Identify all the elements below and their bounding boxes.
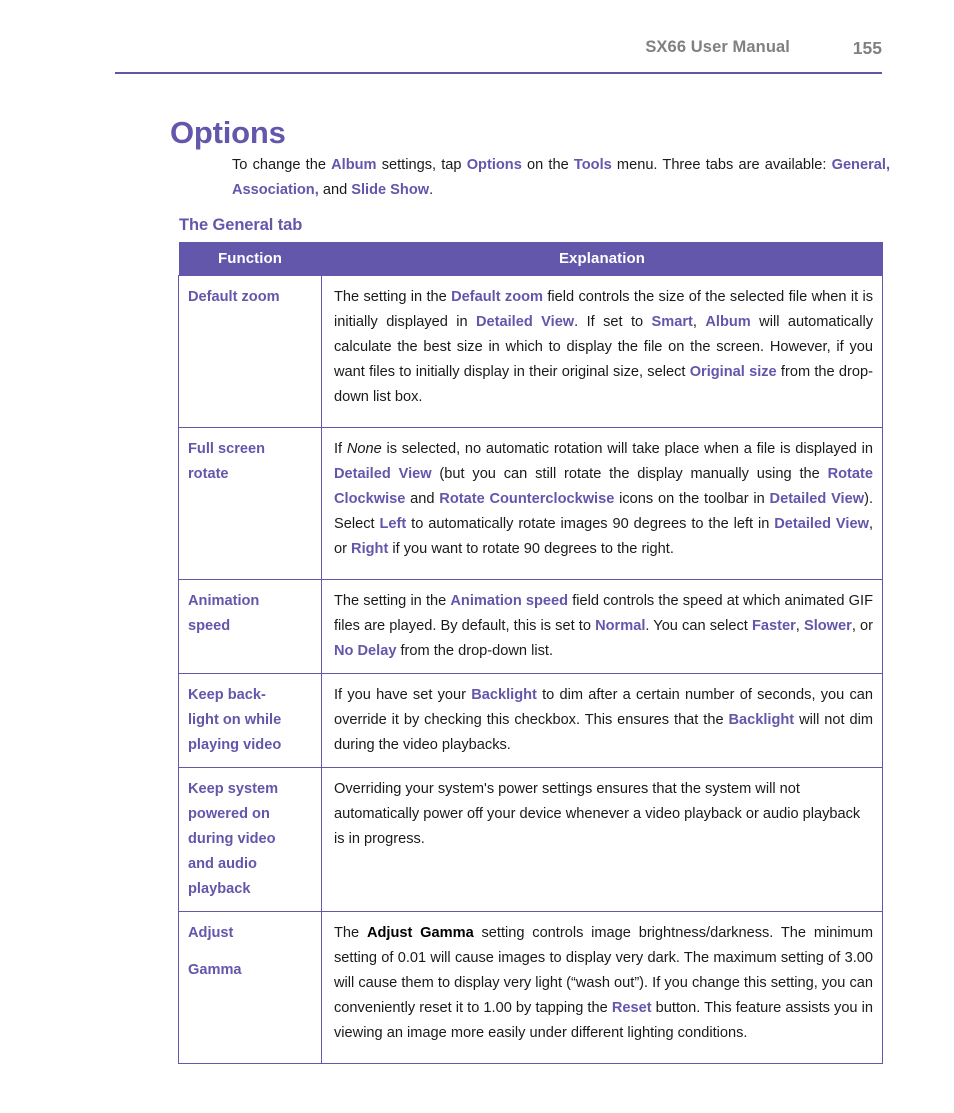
keyword-term: Faster [751, 618, 796, 634]
function-label-line: Default zoom [188, 289, 280, 305]
explanation-text: , [795, 618, 804, 634]
header-divider [115, 72, 882, 74]
explanation-text: to automatically rotate images 90 degree… [406, 516, 775, 532]
cell-function: Adjust Gamma [178, 911, 322, 1064]
intro-text-3: on the [521, 156, 574, 173]
cell-function: Keep system powered on during video and aud… [178, 767, 322, 912]
function-label-line: Animation [188, 593, 260, 609]
keyword-term: Slower [803, 618, 852, 634]
function-label-line: playback [188, 881, 251, 897]
page-number: 155 [852, 38, 882, 58]
keyword-general: General, [831, 156, 890, 173]
function-label-line: playing video [188, 737, 282, 753]
function-label-line: powered on [188, 806, 270, 822]
keyword-term: Detailed View [774, 516, 869, 532]
intro-text-2: settings, tap [376, 156, 467, 173]
explanation-text: , or [851, 618, 874, 634]
intro-paragraph: To change the Album settings, tap Option… [232, 153, 890, 203]
cell-explanation: The setting in the Default zoom field co… [321, 275, 883, 428]
keyword-term: No Delay [334, 643, 397, 659]
keyword-term: Album [705, 314, 751, 330]
intro-text-5: and [318, 181, 352, 198]
explanation-text: The setting in the [334, 593, 451, 609]
explanation-text: Overriding your system's power settings … [334, 781, 861, 847]
explanation-text: , [692, 314, 706, 330]
cell-explanation: If None is selected, no automatic rotati… [321, 427, 883, 580]
intro-text-4: menu. Three tabs are available: [611, 156, 832, 173]
function-label-line: Keep back- [188, 687, 266, 703]
page-title: Options [170, 114, 286, 150]
keyword-slide-show: Slide Show [351, 181, 430, 198]
explanation-text: from the drop-down list. [396, 643, 554, 659]
keyword-options: Options [466, 156, 522, 173]
explanation-text: The setting in the [334, 289, 452, 305]
explanation-text: . You can select [645, 618, 752, 634]
table-row: Keep back-light on while playing video If … [178, 673, 883, 768]
keyword-term: Original size [689, 364, 777, 380]
keyword-term: Rotate Counterclockwise [439, 491, 615, 507]
intro-text-1: To change the [232, 156, 332, 173]
table-row: Animation speed The setting in the Animati… [178, 579, 883, 674]
general-tab-options-table: Function Explanation Default zoom The set… [178, 242, 883, 1064]
explanation-text: If you have set your [334, 687, 472, 703]
cell-function: Default zoom [178, 275, 322, 428]
table-row: Default zoom The setting in the Default z… [178, 275, 883, 428]
explanation-text: if you want to rotate 90 degrees to the … [388, 541, 674, 557]
cell-function: Keep back-light on while playing video [178, 673, 322, 768]
column-header-function: Function [178, 242, 322, 276]
keyword-association: Association, [232, 181, 319, 198]
cell-function: Animation speed [178, 579, 322, 674]
function-label-line: Full screen [188, 441, 266, 457]
manual-title: SX66 User Manual [645, 38, 790, 56]
cell-explanation: The setting in the Animation speed field… [321, 579, 883, 674]
keyword-tools: Tools [573, 156, 612, 173]
keyword-term: Normal [595, 618, 646, 634]
function-label-line: speed [188, 618, 231, 634]
italic-term: None [346, 441, 382, 457]
explanation-text: The [334, 925, 367, 941]
explanation-text: icons on the toolbar in [614, 491, 770, 507]
keyword-term: Default zoom [451, 289, 544, 305]
function-label-line: during video [188, 831, 276, 847]
function-label-line: rotate [188, 466, 229, 482]
explanation-text: is selected, no automatic rotation will … [381, 441, 873, 457]
table-row: Full screen rotate If None is selected, no… [178, 427, 883, 580]
explanation-text: . If set to [574, 314, 652, 330]
keyword-term: Detailed View [334, 466, 432, 482]
keyword-term: Detailed View [476, 314, 575, 330]
keyword-term: Animation speed [450, 593, 569, 609]
function-label-line: Keep system [188, 781, 279, 797]
keyword-term: Backlight [728, 712, 795, 728]
page-running-header: SX66 User Manual 155 [115, 38, 882, 74]
bold-term: Adjust Gamma [366, 925, 474, 941]
column-header-explanation: Explanation [321, 242, 883, 276]
keyword-term: Reset [611, 1000, 652, 1016]
cell-explanation: The Adjust Gamma setting controls image … [321, 911, 883, 1064]
cell-function: Full screen rotate [178, 427, 322, 580]
cell-explanation: If you have set your Backlight to dim af… [321, 673, 883, 768]
table-row: Adjust Gamma The Adjust Gamma setting cont… [178, 911, 883, 1064]
explanation-text: and [405, 491, 440, 507]
manual-page: SX66 User Manual 155 Options To change t… [0, 0, 954, 1113]
label-line-gap [188, 946, 317, 958]
cell-explanation: Overriding your system's power settings … [321, 767, 883, 912]
function-label-line: light on while [188, 712, 282, 728]
keyword-term: Backlight [471, 687, 537, 703]
function-label-line: Adjust [188, 925, 234, 941]
section-subheading: The General tab [179, 215, 303, 234]
keyword-term: Left [379, 516, 407, 532]
table-row: Keep system powered on during video and aud… [178, 767, 883, 912]
explanation-text: (but you can still rotate the display ma… [431, 466, 828, 482]
explanation-text: If [334, 441, 347, 457]
keyword-term: Smart [651, 314, 693, 330]
function-label-line: Gamma [188, 962, 242, 978]
function-label-line: and audio [188, 856, 257, 872]
intro-text-6: . [429, 181, 434, 198]
table-header-row: Function Explanation [178, 242, 883, 276]
keyword-term: Right [351, 541, 389, 557]
keyword-album: Album [331, 156, 377, 173]
table-body: Default zoom The setting in the Default z… [178, 275, 883, 1064]
keyword-term: Detailed View [769, 491, 865, 507]
